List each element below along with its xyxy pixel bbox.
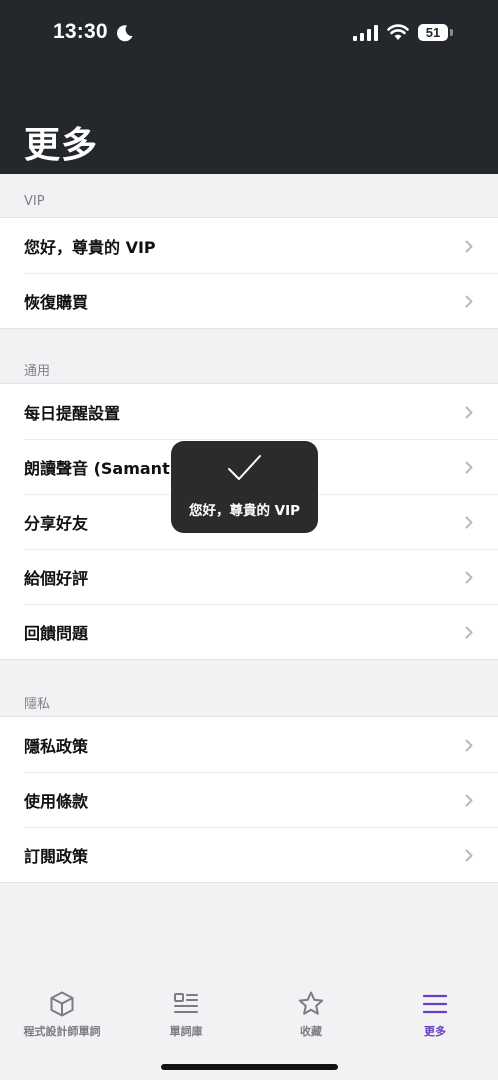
- tab-label: 收藏: [300, 1025, 322, 1038]
- row-label: 您好，尊貴的 VIP: [24, 237, 156, 257]
- chevron-right-icon: [465, 516, 473, 529]
- row-terms-of-use[interactable]: 使用條款: [0, 772, 498, 827]
- row-daily-reminder[interactable]: 每日提醒設置: [0, 384, 498, 439]
- row-subscription-policy[interactable]: 訂閱政策: [0, 827, 498, 882]
- tab-label: 程式設計師單詞: [23, 1025, 101, 1038]
- tab-word-library[interactable]: 單詞庫: [124, 990, 248, 1039]
- checkmark-icon: [228, 455, 261, 480]
- row-label: 恢復購買: [24, 292, 89, 312]
- tab-label: 更多: [424, 1025, 446, 1038]
- row-label: 訂閱政策: [24, 846, 89, 866]
- page-title: 更多: [24, 125, 99, 166]
- row-label: 使用條款: [24, 791, 89, 811]
- tab-programmer-words[interactable]: 程式設計師單詞: [0, 990, 124, 1039]
- toast-message: 您好，尊貴的 VIP: [188, 503, 301, 519]
- chevron-right-icon: [465, 739, 473, 752]
- row-privacy-policy[interactable]: 隱私政策: [0, 717, 498, 772]
- row-feedback[interactable]: 回饋問題: [0, 604, 498, 659]
- cube-icon: [50, 991, 74, 1017]
- chevron-right-icon: [465, 406, 473, 419]
- row-restore-purchase[interactable]: 恢復購買: [0, 273, 498, 328]
- row-label: 回饋問題: [24, 623, 89, 643]
- row-rate-app[interactable]: 給個好評: [0, 549, 498, 604]
- chevron-right-icon: [465, 295, 473, 308]
- chevron-right-icon: [465, 626, 473, 639]
- row-label: 給個好評: [24, 568, 89, 588]
- star-icon: [298, 991, 324, 1015]
- tab-favorites[interactable]: 收藏: [249, 990, 373, 1039]
- cellular-signal-icon: [353, 25, 378, 41]
- toast-hud: 您好，尊貴的 VIP: [171, 441, 318, 533]
- chevron-right-icon: [465, 461, 473, 474]
- battery-icon: 51: [418, 24, 448, 41]
- list-icon: [174, 993, 198, 1013]
- chevron-right-icon: [465, 571, 473, 584]
- group-vip: 您好，尊貴的 VIP 恢復購買: [0, 217, 498, 329]
- tab-more[interactable]: 更多: [373, 990, 497, 1039]
- chevron-right-icon: [465, 849, 473, 862]
- home-indicator: [161, 1064, 338, 1070]
- moon-icon: [116, 25, 133, 42]
- chevron-right-icon: [465, 240, 473, 253]
- wifi-icon: [387, 24, 409, 40]
- section-label-general: 通用: [24, 364, 51, 379]
- section-label-vip: VIP: [24, 194, 45, 209]
- header: 13:30 51 更多: [0, 0, 498, 174]
- group-privacy: 隱私政策 使用條款 訂閱政策: [0, 716, 498, 883]
- status-time: 13:30: [53, 20, 108, 43]
- chevron-right-icon: [465, 794, 473, 807]
- battery-cap: [450, 29, 453, 36]
- menu-icon: [422, 994, 448, 1014]
- row-label: 隱私政策: [24, 736, 89, 756]
- section-label-privacy: 隱私: [24, 697, 51, 712]
- row-label: 每日提醒設置: [24, 403, 121, 423]
- status-bar: 13:30 51: [0, 0, 498, 66]
- row-vip-greeting[interactable]: 您好，尊貴的 VIP: [0, 218, 498, 273]
- row-label: 分享好友: [24, 513, 89, 533]
- tab-label: 單詞庫: [169, 1025, 203, 1038]
